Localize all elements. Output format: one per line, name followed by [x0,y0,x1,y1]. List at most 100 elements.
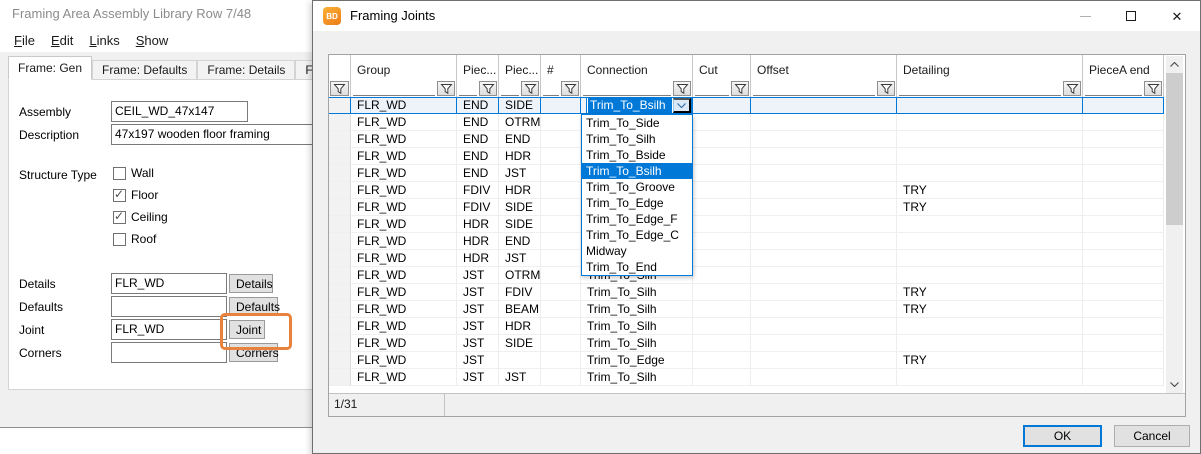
column-header-offset[interactable]: Offset [751,55,897,79]
cell-cut[interactable] [693,233,751,250]
cell-cut[interactable] [693,182,751,199]
filter-input[interactable] [353,81,435,96]
filter-button[interactable] [1144,81,1162,96]
cell-piec-[interactable]: SIDE [499,97,541,114]
cell--[interactable] [541,216,581,233]
cell--[interactable] [541,335,581,352]
cell-group[interactable]: FLR_WD [351,148,457,165]
ceiling-checkbox[interactable] [113,211,126,224]
cell-piec-[interactable]: FDIV [457,199,499,216]
cell-offset[interactable] [751,301,897,318]
row-selector[interactable] [329,182,351,199]
filter-input[interactable] [501,81,519,96]
cell--[interactable] [541,318,581,335]
menu-file[interactable]: File [6,31,43,50]
menu-links[interactable]: Links [81,31,127,50]
tab-frame-gen[interactable]: Frame: Gen [8,56,92,80]
defaults-field[interactable] [111,296,227,317]
column-header-piec-[interactable]: Piec... [499,55,541,79]
cell-piec-[interactable]: SIDE [499,199,541,216]
cell-detailing[interactable] [897,165,1083,182]
structure-option-floor[interactable]: Floor [113,187,158,203]
cell-piec-[interactable]: BEAM [499,301,541,318]
cell-offset[interactable] [751,369,897,386]
cell-group[interactable]: FLR_WD [351,267,457,284]
cell-cut[interactable] [693,318,751,335]
scroll-up-button[interactable] [1166,56,1183,73]
defaults-button[interactable]: Defaults [229,297,278,316]
cell-piec-[interactable]: HDR [457,233,499,250]
cell-piecea-end[interactable] [1083,369,1164,386]
assembly-window-titlebar[interactable]: Framing Area Assembly Library Row 7/48 [0,0,313,28]
cell-group[interactable]: FLR_WD [351,352,457,369]
filter-button[interactable] [479,81,497,96]
cell-piec-[interactable]: HDR [499,318,541,335]
cell-piec-[interactable]: JST [457,284,499,301]
cell-cut[interactable] [693,250,751,267]
cell-piec-[interactable]: OTRM [499,267,541,284]
cell-piec-[interactable]: END [457,114,499,131]
column-header-piecea-end[interactable]: PieceA end [1083,55,1164,79]
cell-piec-[interactable]: JST [499,165,541,182]
cell-offset[interactable] [751,114,897,131]
filter-button[interactable] [437,81,455,96]
column-header-cut[interactable]: Cut [693,55,751,79]
cell-piecea-end[interactable] [1083,250,1164,267]
cell-group[interactable]: FLR_WD [351,318,457,335]
dropdown-option[interactable]: Trim_To_Side [582,115,692,131]
cell-offset[interactable] [751,233,897,250]
dropdown-option[interactable]: Midway [582,243,692,259]
dialog-titlebar[interactable]: BD Framing Joints ✕ [313,1,1200,31]
cell-detailing[interactable] [897,148,1083,165]
cell-detailing[interactable]: TRY [897,199,1083,216]
cell--[interactable] [541,233,581,250]
cell-piec-[interactable]: SIDE [499,335,541,352]
cell-group[interactable]: FLR_WD [351,182,457,199]
cell-piec-[interactable]: HDR [499,182,541,199]
filter-button[interactable] [330,81,349,96]
cell-piecea-end[interactable] [1083,318,1164,335]
cell-piec-[interactable]: JST [457,352,499,369]
cell-offset[interactable] [751,97,897,114]
filter-button[interactable] [521,81,539,96]
cell-cut[interactable] [693,284,751,301]
cell-cut[interactable] [693,301,751,318]
cell-piec-[interactable]: JST [499,250,541,267]
scroll-down-button[interactable] [1166,376,1183,393]
cell-connection[interactable]: Trim_To_Silh [581,369,693,386]
column-header-connection[interactable]: Connection [581,55,693,79]
cell-group[interactable]: FLR_WD [351,97,457,114]
row-selector[interactable] [329,199,351,216]
cell-cut[interactable] [693,369,751,386]
cell--[interactable] [541,114,581,131]
filter-button[interactable] [877,81,895,96]
cell-piecea-end[interactable] [1083,97,1164,114]
cell-offset[interactable] [751,148,897,165]
maximize-button[interactable] [1108,1,1154,31]
cell-piec-[interactable]: HDR [457,250,499,267]
cell-offset[interactable] [751,216,897,233]
cell-piecea-end[interactable] [1083,114,1164,131]
row-selector[interactable] [329,216,351,233]
cell-piec-[interactable]: FDIV [499,284,541,301]
dropdown-option[interactable]: Trim_To_Edge_C [582,227,692,243]
cell-detailing[interactable] [897,267,1083,284]
structure-option-roof[interactable]: Roof [113,231,156,247]
cell-detailing[interactable] [897,335,1083,352]
cell-piecea-end[interactable] [1083,165,1164,182]
row-selector-header[interactable] [329,55,351,79]
cell--[interactable] [541,182,581,199]
cell-piec-[interactable]: HDR [499,148,541,165]
cell-piec-[interactable]: END [457,165,499,182]
cell-cut[interactable] [693,165,751,182]
cell-group[interactable]: FLR_WD [351,114,457,131]
close-button[interactable]: ✕ [1154,1,1200,31]
dropdown-option[interactable]: Trim_To_Bsilh [582,163,692,179]
cell-group[interactable]: FLR_WD [351,216,457,233]
cell-cut[interactable] [693,216,751,233]
ok-button[interactable]: OK [1023,425,1102,447]
row-selector[interactable] [329,369,351,386]
cancel-button[interactable]: Cancel [1114,425,1190,447]
cell-offset[interactable] [751,131,897,148]
row-selector[interactable] [329,267,351,284]
